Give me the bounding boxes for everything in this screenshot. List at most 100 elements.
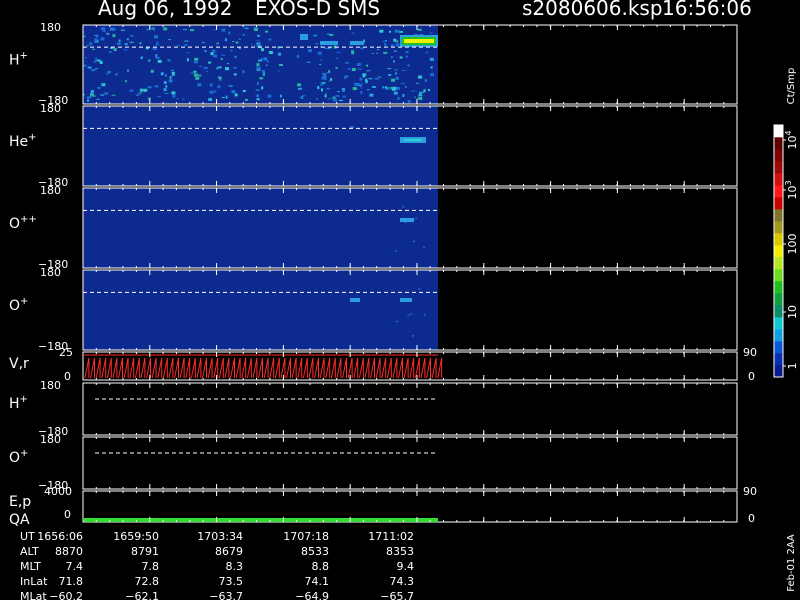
colorbar-segment (774, 353, 783, 366)
h-plus-flux-pixel (430, 66, 433, 69)
h-plus-flux-pixel (171, 71, 175, 75)
flux-band-outer (300, 34, 308, 40)
h-plus-flux-pixel (120, 29, 125, 31)
h-plus-flux-pixel (216, 42, 219, 45)
h-plus-flux-pixel (139, 42, 142, 45)
ep-label: E,p (9, 494, 31, 510)
h-plus-flux-pixel (279, 64, 283, 66)
h-plus-flux-pixel (205, 70, 208, 72)
h-plus-flux-pixel (231, 90, 236, 94)
h-plus-flux-pixel (430, 73, 434, 77)
h-plus-flux-pixel (93, 61, 97, 63)
h-plus-flux-pixel (356, 83, 360, 87)
h-plus-flux-pixel (429, 57, 434, 61)
h-plus-flux-pixel (261, 86, 264, 90)
h-plus-flux-pixel (257, 59, 262, 62)
h-plus-flux-pixel (111, 94, 116, 96)
h-plus-flux-pixel (203, 67, 208, 69)
h-plus-flux-pixel (163, 88, 167, 92)
species-label: O++ (9, 214, 37, 232)
h-plus-flux-pixel (265, 64, 268, 66)
h-plus-flux-pixel (384, 42, 387, 46)
species-label: H+ (9, 394, 28, 412)
colorbar-segment (774, 149, 783, 162)
h-plus-flux-pixel (151, 27, 154, 30)
y-axis-max-label: 180 (40, 379, 61, 392)
ephemeris-row-label: ALT (20, 545, 39, 558)
h-plus-flux-pixel (168, 59, 171, 62)
h-plus-flux-pixel (369, 93, 374, 97)
h-plus-flux-pixel (220, 58, 223, 60)
h-plus-flux-pixel (414, 96, 417, 98)
h-plus-flux-pixel (216, 67, 219, 70)
spectrogram-fill (83, 270, 438, 350)
h-plus-flux-pixel (217, 76, 222, 79)
h-plus-flux-pixel (268, 51, 273, 54)
h-plus-flux-pixel (186, 58, 189, 62)
h-plus-flux-pixel (365, 78, 368, 82)
vr-right-min-label: 0 (748, 370, 755, 383)
h-plus-flux-pixel (234, 93, 238, 97)
flux-pixel (423, 246, 426, 249)
h-plus-flux-pixel (366, 64, 368, 67)
flux-pixel (407, 314, 410, 316)
h-plus-flux-pixel (320, 82, 324, 86)
h-plus-flux-pixel (193, 70, 197, 73)
h-plus-flux-pixel (405, 51, 409, 54)
ephemeris-value: 1711:02 (368, 530, 414, 543)
ephemeris-value: 71.8 (59, 575, 84, 588)
y-axis-max-label: 180 (40, 102, 61, 115)
h-plus-flux-pixel (351, 53, 355, 55)
h-plus-flux-pixel (327, 98, 332, 100)
h-plus-flux-pixel (193, 61, 198, 64)
h-plus-flux-pixel (394, 69, 398, 71)
h-plus-flux-pixel (374, 77, 379, 79)
h-plus-flux-pixel (197, 83, 202, 87)
h-plus-flux-pixel (356, 62, 361, 66)
h-plus-flux-pixel (359, 84, 362, 87)
h-plus-flux-pixel (169, 75, 172, 79)
h-plus-flux-pixel (156, 41, 159, 44)
h-plus-flux-pixel (209, 90, 214, 94)
h-plus-flux-pixel (221, 97, 225, 98)
h-plus-flux-pixel (339, 100, 343, 101)
h-plus-flux-pixel (118, 39, 121, 43)
h-plus-flux-pixel (176, 44, 180, 46)
h-plus-flux-pixel (228, 31, 231, 35)
h-plus-flux-pixel (136, 94, 140, 96)
flux-band (350, 126, 354, 128)
h-plus-flux-pixel (256, 98, 260, 101)
h-plus-flux-pixel (326, 72, 331, 74)
vr-right-max-label: 90 (743, 346, 757, 359)
colorbar-segment (774, 329, 783, 342)
h-plus-flux-pixel (279, 94, 282, 98)
h-plus-flux-pixel (146, 28, 149, 31)
flux-band (400, 298, 412, 302)
ephemeris-row-label: MLat (20, 590, 47, 600)
flux-band (320, 41, 338, 45)
h-plus-flux-pixel (225, 38, 227, 42)
species-label-base: O (9, 450, 20, 466)
colorbar-segment (774, 281, 783, 294)
h-plus-flux-pixel (170, 69, 174, 71)
h-plus-flux-pixel (154, 35, 158, 39)
h-plus-flux-pixel (210, 52, 214, 56)
h-plus-flux-pixel (83, 64, 87, 67)
h-plus-flux-pixel (300, 96, 304, 99)
colorbar-segment (774, 317, 783, 330)
h-plus-flux-pixel (424, 79, 427, 82)
spectrogram-fill (83, 25, 438, 104)
h-plus-flux-pixel (307, 49, 312, 53)
time-ticks (82, 383, 725, 435)
h-plus-flux-pixel (357, 68, 362, 70)
h-plus-flux-pixel (362, 73, 367, 76)
species-label: O+ (9, 448, 28, 466)
vr-label: V,r (9, 356, 29, 372)
h-plus-flux-pixel (126, 38, 129, 41)
h-plus-flux-pixel (113, 48, 117, 51)
h-plus-flux-pixel (213, 29, 216, 31)
h-plus-flux-pixel (116, 43, 121, 45)
h-plus-flux-pixel (212, 50, 215, 51)
flux-pixel (412, 335, 414, 337)
h-plus-flux-pixel (395, 43, 400, 47)
